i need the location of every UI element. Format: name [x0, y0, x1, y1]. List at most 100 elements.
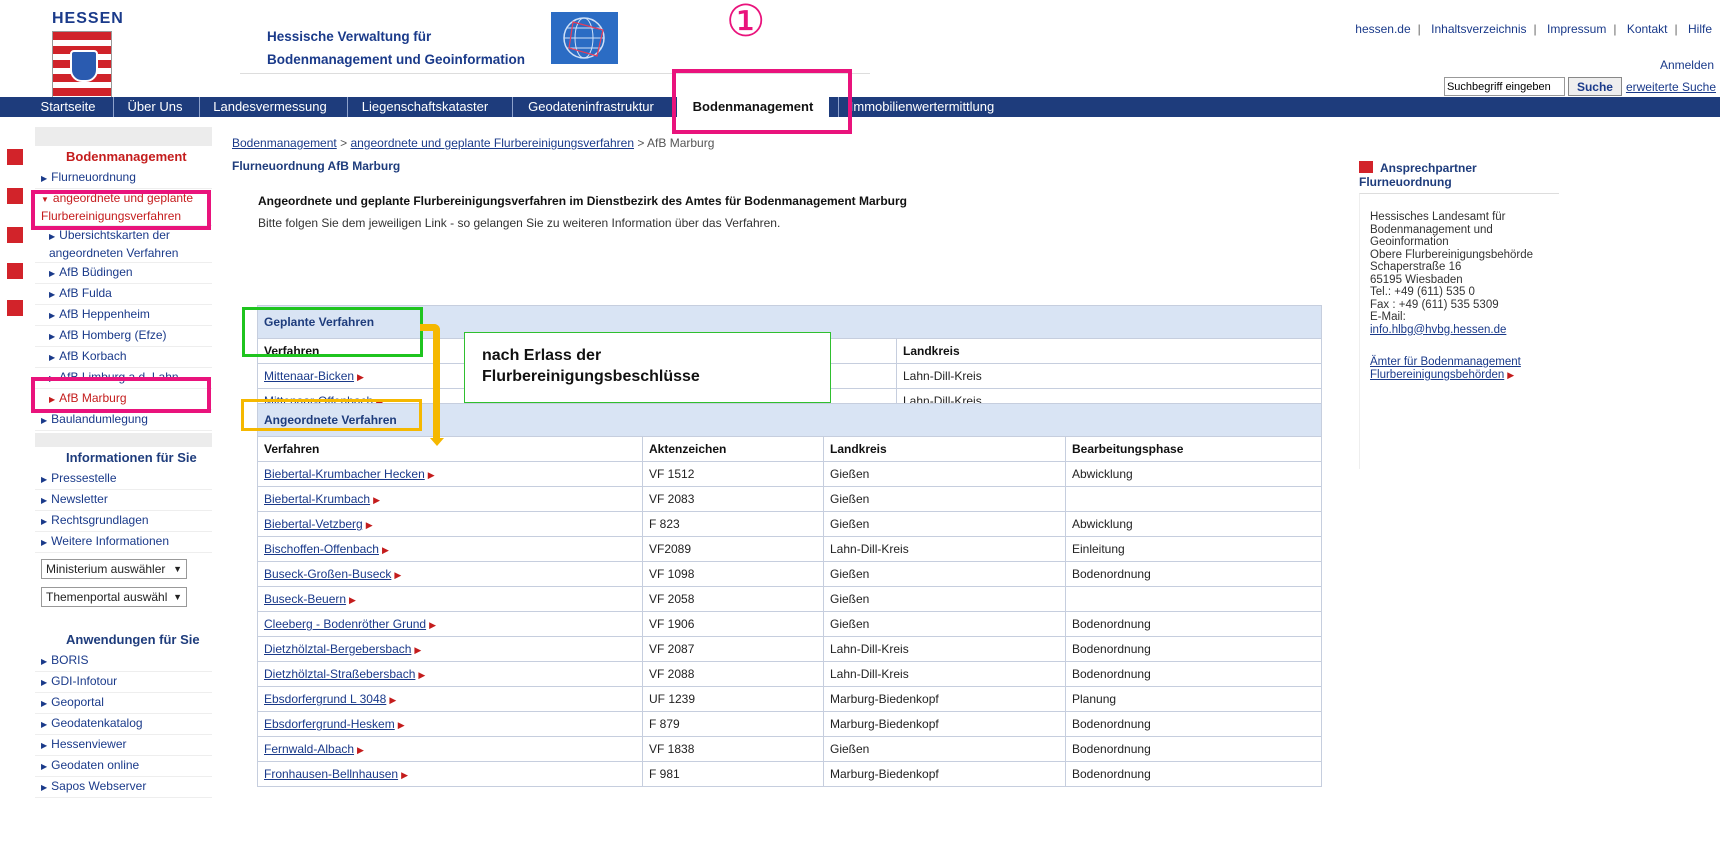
coat-of-arms-icon — [52, 31, 112, 99]
nav-startseite[interactable]: Startseite — [28, 97, 108, 117]
sidebar-item-boris[interactable]: ▶ BORIS — [35, 651, 212, 672]
hessen-logo[interactable]: HESSEN — [52, 10, 124, 99]
table-row: Dietzhölztal-Straßebersbach ▶ VF 2088 Lahn-… — [257, 661, 1322, 687]
breadcrumb-bodenmanagement[interactable]: Bodenmanagement — [232, 136, 337, 150]
verfahren-link[interactable]: Dietzhölztal-Bergebersbach — [264, 642, 411, 656]
nav-landesvermessung[interactable]: Landesvermessung — [199, 97, 340, 117]
aktenzeichen-cell: VF 2058 — [642, 586, 824, 612]
triangle-right-icon: ▶ — [41, 174, 48, 183]
link-hilfe[interactable]: Hilfe — [1688, 22, 1712, 36]
sidebar-item-gdi-infotour[interactable]: ▶ GDI-Infotour — [35, 672, 212, 693]
aktenzeichen-cell: F 981 — [642, 761, 824, 787]
phase-cell: Bodenordnung — [1065, 561, 1322, 587]
sidebar-item-afb-heppenheim[interactable]: ▶ AfB Heppenheim — [35, 305, 212, 326]
triangle-right-icon: ▶ — [41, 783, 48, 792]
globe-logo-icon — [551, 12, 618, 64]
verfahren-link[interactable]: Dietzhölztal-Straßebersbach — [264, 667, 415, 681]
link-hessen-de[interactable]: hessen.de — [1355, 22, 1410, 36]
themenportal-select[interactable]: Themenportal auswähl ▼ — [41, 587, 187, 607]
search-button[interactable]: Suche — [1567, 77, 1622, 96]
sidebar-item-flurneuordnung[interactable]: ▶ Flurneuordnung — [35, 168, 212, 189]
verfahren-link[interactable]: Ebsdorfergrund L 3048 — [264, 692, 386, 706]
link-kontakt[interactable]: Kontakt — [1627, 22, 1668, 36]
table-row: Fernwald-Albach ▶ VF 1838 Gießen Bodenordnun… — [257, 736, 1322, 762]
sidebar-item-weitere-informationen[interactable]: ▶ Weitere Informationen — [35, 532, 212, 553]
phase-cell: Abwicklung — [1065, 511, 1322, 537]
sidebar-item-baulandumlegung[interactable]: ▶ Baulandumlegung — [35, 410, 212, 431]
flurbereinigungsbehoerden-link[interactable]: Flurbereinigungsbehörden — [1370, 369, 1504, 381]
contact-email-link[interactable]: info.hlbg@hvbg.hessen.de — [1370, 324, 1506, 336]
breadcrumb-current: AfB Marburg — [647, 136, 715, 150]
column-header: Bearbeitungsphase — [1065, 436, 1322, 462]
verfahren-link[interactable]: Fernwald-Albach — [264, 742, 354, 756]
login-link[interactable]: Anmelden — [1660, 58, 1714, 72]
agency-line-1: Hessische Verwaltung für — [267, 29, 432, 44]
agency-name[interactable]: Hessische Verwaltung für Bodenmanagement… — [267, 25, 525, 71]
search-input[interactable] — [1443, 77, 1565, 96]
sidebar-item-geodatenkatalog[interactable]: ▶ Geodatenkatalog — [35, 714, 212, 735]
page-title: Flurneuordnung AfB Marburg — [232, 159, 401, 173]
landkreis-cell: Marburg-Biedenkopf — [823, 761, 1066, 787]
ministerium-select[interactable]: Ministerium auswähler ▼ — [41, 559, 187, 579]
arrow-right-icon: ▶ — [357, 745, 364, 755]
table-row: Bischoffen-Offenbach ▶ VF2089 Lahn-Dill-Kre… — [257, 536, 1322, 562]
aemter-link[interactable]: Ämter für Bodenmanagement — [1370, 356, 1521, 368]
agency-line-2: Bodenmanagement und Geoinformation — [267, 52, 526, 67]
logo-text: HESSEN — [52, 10, 124, 27]
verfahren-link[interactable]: Fronhausen-Bellnhausen — [264, 767, 398, 781]
aktenzeichen-cell: VF 2088 — [642, 661, 824, 687]
sidebar-item-geodaten-online[interactable]: ▶ Geodaten online — [35, 756, 212, 777]
column-header: Aktenzeichen — [642, 436, 824, 462]
sidebar-item-afb-korbach[interactable]: ▶ AfB Korbach — [35, 347, 212, 368]
landkreis-cell: Gießen — [823, 486, 1066, 512]
verfahren-link[interactable]: Mittenaar-Bicken — [264, 369, 354, 383]
verfahren-link[interactable]: Biebertal-Krumbacher Hecken — [264, 467, 425, 481]
red-marker-5 — [7, 300, 23, 316]
nav-liegenschaftskataster[interactable]: Liegenschaftskataster — [347, 97, 502, 117]
aktenzeichen-cell: VF 1512 — [642, 461, 824, 487]
landkreis-cell: Gießen — [823, 611, 1066, 637]
sidebar-item-afb-homberg[interactable]: ▶ AfB Homberg (Efze) — [35, 326, 212, 347]
phase-cell: Bodenordnung — [1065, 661, 1322, 687]
nav-ueber-uns[interactable]: Über Uns — [113, 97, 196, 117]
search-bar: Suche erweiterte Suche — [1443, 77, 1716, 96]
top-links: hessen.de | Inhaltsverzeichnis | Impressum… — [1355, 22, 1712, 36]
sidebar-item-afb-fulda[interactable]: ▶ AfB Fulda — [35, 284, 212, 305]
sidebar-item-sapos-webserver[interactable]: ▶ Sapos Webserver — [35, 777, 212, 798]
advanced-search-link[interactable]: erweiterte Suche — [1626, 80, 1716, 94]
phase-cell: Bodenordnung — [1065, 611, 1322, 637]
sidebar-item-afb-buedingen[interactable]: ▶ AfB Büdingen — [35, 263, 212, 284]
landkreis-cell: Lahn-Dill-Kreis — [823, 636, 1066, 662]
link-inhaltsverzeichnis[interactable]: Inhaltsverzeichnis — [1431, 22, 1526, 36]
verfahren-link[interactable]: Biebertal-Vetzberg — [264, 517, 363, 531]
verfahren-link[interactable]: Buseck-Großen-Buseck — [264, 567, 391, 581]
arrow-right-icon: ▶ — [401, 770, 409, 780]
arrow-right-icon: ▶ — [349, 595, 356, 605]
landkreis-cell: Marburg-Biedenkopf — [823, 686, 1066, 712]
sidebar-item-geoportal[interactable]: ▶ Geoportal — [35, 693, 212, 714]
sidebar-item-uebersichtskarten[interactable]: ▶ Übersichtskarten der angeordneten Verfa… — [35, 226, 212, 263]
nav-immobilienwertermittlung[interactable]: Immobilienwertermittlung — [838, 97, 1005, 117]
verfahren-link[interactable]: Bischoffen-Offenbach — [264, 542, 379, 556]
triangle-right-icon: ▶ — [41, 741, 48, 750]
breadcrumb-verfahren[interactable]: angeordnete und geplante Flurbereinigung… — [350, 136, 634, 150]
verfahren-link[interactable]: Biebertal-Krumbach — [264, 492, 370, 506]
table-row: Buseck-Großen-Buseck ▶ VF 1098 Gießen Bodeno… — [257, 561, 1322, 587]
verfahren-link[interactable]: Buseck-Beuern — [264, 592, 346, 606]
phase-cell: Bodenordnung — [1065, 636, 1322, 662]
triangle-right-icon: ▶ — [41, 538, 48, 547]
table-row: Biebertal-Vetzberg ▶ F 823 Gießen Abwicklung — [257, 511, 1322, 537]
red-marker-2 — [7, 188, 23, 204]
sidebar-item-newsletter[interactable]: ▶ Newsletter — [35, 490, 212, 511]
triangle-right-icon: ▶ — [41, 517, 48, 526]
verfahren-link[interactable]: Ebsdorfergrund-Heskem — [264, 717, 395, 731]
triangle-right-icon: ▶ — [49, 332, 56, 341]
verfahren-link[interactable]: Cleeberg - Bodenröther Grund — [264, 617, 426, 631]
sidebar-item-hessenviewer[interactable]: ▶ Hessenviewer — [35, 735, 212, 756]
nav-geodateninfrastruktur[interactable]: Geodateninfrastruktur — [512, 97, 669, 117]
sidebar-item-rechtsgrundlagen[interactable]: ▶ Rechtsgrundlagen — [35, 511, 212, 532]
link-impressum[interactable]: Impressum — [1547, 22, 1606, 36]
aktenzeichen-cell: F 879 — [642, 711, 824, 737]
sidebar-item-pressestelle[interactable]: ▶ Pressestelle — [35, 469, 212, 490]
landkreis-cell: Lahn-Dill-Kreis — [823, 661, 1066, 687]
